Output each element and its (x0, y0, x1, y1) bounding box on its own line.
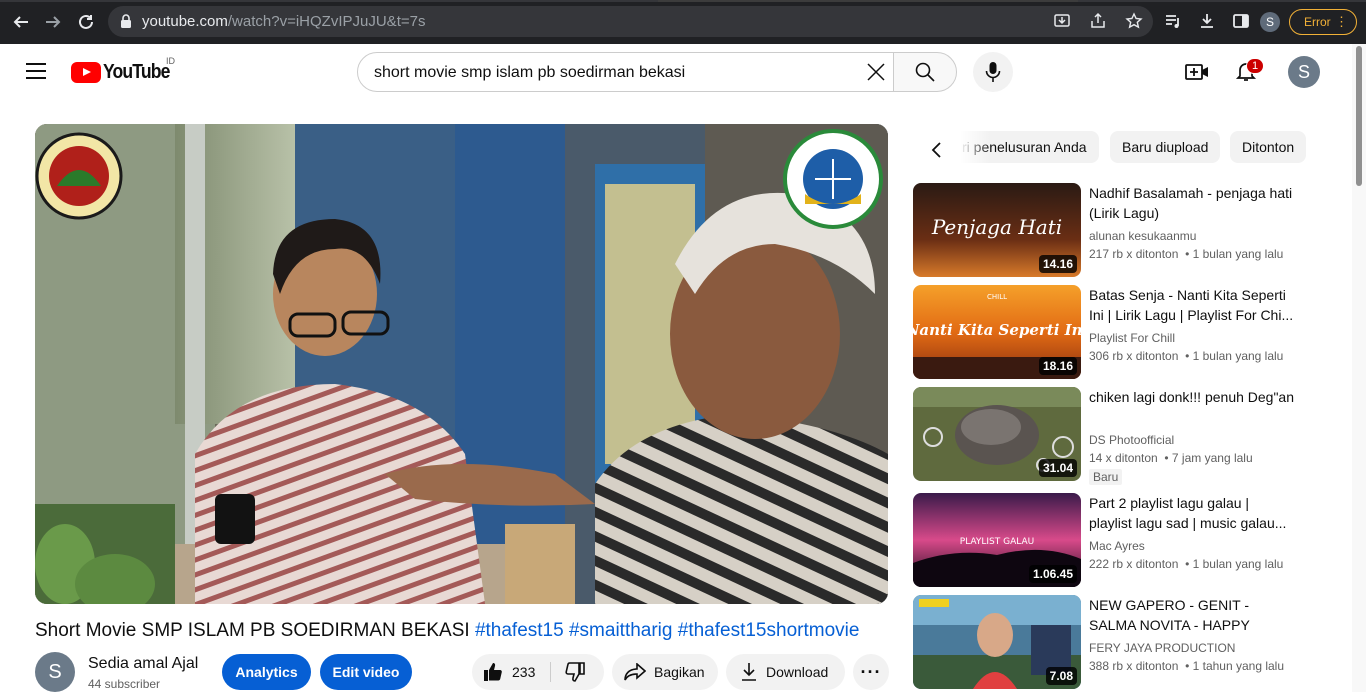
recommendation-title[interactable]: Nadhif Basalamah - penjaga hati (Lirik L… (1089, 183, 1295, 223)
share-page-icon[interactable] (1089, 12, 1107, 30)
account-avatar[interactable]: S (1288, 56, 1320, 88)
share-arrow-icon (624, 661, 646, 683)
browser-error-button[interactable]: Error ⋮ (1289, 9, 1357, 35)
tab-strip-edge (0, 0, 1366, 2)
thumbs-up-icon[interactable] (482, 661, 504, 683)
voice-search-button[interactable] (973, 52, 1013, 92)
thumbnail-small-text: CHILL (987, 293, 1007, 301)
media-queue-icon[interactable] (1163, 9, 1183, 33)
recommendation-meta: 388 rb x ditonton • 1 tahun yang lalu (1089, 659, 1285, 673)
search-icon (915, 62, 935, 82)
hashtag-link[interactable]: #smaittharig (569, 620, 673, 641)
thumbnail-text: PLAYLIST GALAU (960, 537, 1034, 547)
duration-badge: 7.08 (1045, 667, 1077, 685)
video-player[interactable] (35, 124, 888, 604)
video-thumbnail[interactable]: CHILL Nanti Kita Seperti Ini 18.16 (913, 285, 1081, 379)
side-panel-icon[interactable] (1231, 9, 1251, 33)
duration-badge: 1.06.45 (1028, 565, 1077, 583)
video-title-text: Short Movie SMP ISLAM PB SOEDIRMAN BEKAS… (35, 620, 470, 641)
recommendation-meta: 222 rb x ditonton • 1 bulan yang lalu (1089, 557, 1284, 571)
filter-chip-bar: ri penelusuran Anda Baru diupload Ditont… (960, 131, 1312, 163)
video-thumbnail[interactable]: 7.08 (913, 595, 1081, 689)
install-app-icon[interactable] (1053, 12, 1071, 30)
like-dislike-group: 233 (472, 654, 604, 690)
search-query-text: short movie smp islam pb soedirman bekas… (374, 64, 686, 81)
browser-toolbar: youtube.com/watch?v=iHQZvIPJuJU&t=7s S E… (0, 0, 1366, 44)
video-frame (35, 124, 888, 604)
new-badge: Baru (1089, 469, 1123, 485)
recommendation-title[interactable]: Part 2 playlist lagu galau | playlist la… (1089, 493, 1295, 533)
share-button[interactable]: Bagikan (612, 654, 718, 690)
recommendation-item[interactable]: Penjaga Hati 14.16 Nadhif Basalamah - pe… (913, 183, 1333, 277)
duration-badge: 31.04 (1038, 459, 1077, 477)
recommendation-title[interactable]: Batas Senja - Nanti Kita Seperti Ini | L… (1089, 285, 1295, 325)
recommendation-channel[interactable]: FERY JAYA PRODUCTION (1089, 641, 1235, 655)
edit-video-button[interactable]: Edit video (320, 654, 412, 690)
error-label: Error (1304, 15, 1331, 29)
share-label: Bagikan (654, 664, 705, 680)
channel-name[interactable]: Sedia amal Ajal (88, 655, 198, 673)
browser-profile-avatar[interactable]: S (1260, 12, 1280, 32)
duration-badge: 18.16 (1038, 357, 1077, 375)
subscriber-count: 44 subscriber (88, 677, 161, 691)
recommendation-channel[interactable]: Mac Ayres (1089, 539, 1145, 553)
video-title: Short Movie SMP ISLAM PB SOEDIRMAN BEKAS… (35, 620, 859, 642)
recommendation-channel[interactable]: Playlist For Chill (1089, 331, 1175, 345)
channel-avatar[interactable]: S (35, 652, 75, 692)
recommendation-item[interactable]: 7.08 NEW GAPERO - GENIT - SALMA NOVITA -… (913, 595, 1333, 689)
create-video-icon[interactable] (1184, 60, 1210, 84)
search-button[interactable] (893, 52, 957, 92)
hashtag-link[interactable]: #thafest15 (475, 620, 564, 641)
recommendation-meta: 306 rb x ditonton • 1 bulan yang lalu (1089, 349, 1284, 363)
more-vert-icon: ⋮ (1335, 14, 1348, 29)
recommendation-channel[interactable]: alunan kesukaanmu (1089, 229, 1196, 243)
download-icon (738, 661, 760, 683)
youtube-play-icon (71, 62, 101, 83)
address-bar[interactable]: youtube.com/watch?v=iHQZvIPJuJU&t=7s (108, 6, 1153, 37)
recommendation-title[interactable]: NEW GAPERO - GENIT - SALMA NOVITA - HAPP… (1089, 595, 1295, 635)
more-actions-icon[interactable]: ··· (853, 654, 889, 690)
thumbnail-text: Nanti Kita Seperti Ini (913, 321, 1081, 339)
chip-prev-icon[interactable] (925, 138, 949, 162)
recommendation-title[interactable]: chiken lagi donk!!! penuh Deg"an (1089, 387, 1295, 407)
video-thumbnail[interactable]: PLAYLIST GALAU 1.06.45 (913, 493, 1081, 587)
logo-wordmark: YouTube (103, 61, 170, 83)
chip-recently-uploaded[interactable]: Baru diupload (1110, 131, 1221, 163)
thumbnail-text: Penjaga Hati (931, 215, 1062, 239)
bookmark-star-icon[interactable] (1125, 12, 1143, 30)
search-input[interactable]: short movie smp islam pb soedirman bekas… (357, 52, 894, 92)
video-thumbnail[interactable]: 31.04 (913, 387, 1081, 481)
youtube-masthead: YouTube ID short movie smp islam pb soed… (0, 44, 1352, 100)
download-label: Download (766, 664, 829, 680)
back-icon[interactable] (8, 9, 34, 35)
country-code: ID (166, 56, 175, 66)
youtube-logo[interactable]: YouTube ID (71, 56, 179, 84)
menu-icon[interactable] (26, 63, 46, 79)
hashtag-link[interactable]: #thafest15shortmovie (678, 620, 860, 641)
analytics-button[interactable]: Analytics (222, 654, 311, 690)
recommendation-item[interactable]: 31.04 chiken lagi donk!!! penuh Deg"an D… (913, 387, 1333, 485)
download-button[interactable]: Download (726, 654, 845, 690)
video-thumbnail[interactable]: Penjaga Hati 14.16 (913, 183, 1081, 277)
forward-icon[interactable] (40, 9, 66, 35)
reload-icon[interactable] (73, 9, 99, 35)
downloads-icon[interactable] (1197, 9, 1217, 33)
like-count[interactable]: 233 (512, 664, 535, 680)
microphone-icon (985, 62, 1001, 82)
clear-search-icon[interactable] (865, 61, 887, 83)
chip-watched[interactable]: Ditonton (1230, 131, 1307, 163)
recommendation-item[interactable]: PLAYLIST GALAU 1.06.45 Part 2 playlist l… (913, 493, 1333, 587)
page-scrollbar[interactable] (1352, 44, 1366, 692)
notification-count-badge: 1 (1246, 58, 1264, 74)
lock-icon[interactable] (120, 14, 132, 28)
recommendation-meta: 14 x ditonton • 7 jam yang lalu (1089, 451, 1253, 465)
recommendation-meta: 217 rb x ditonton • 1 bulan yang lalu (1089, 247, 1284, 261)
url-text: youtube.com/watch?v=iHQZvIPJuJU&t=7s (142, 13, 426, 30)
duration-badge: 14.16 (1038, 255, 1077, 273)
thumbs-down-icon[interactable] (564, 661, 586, 683)
scrollbar-thumb[interactable] (1356, 46, 1362, 186)
recommendation-channel[interactable]: DS Photoofficial (1089, 433, 1174, 447)
recommendation-item[interactable]: CHILL Nanti Kita Seperti Ini 18.16 Batas… (913, 285, 1333, 379)
